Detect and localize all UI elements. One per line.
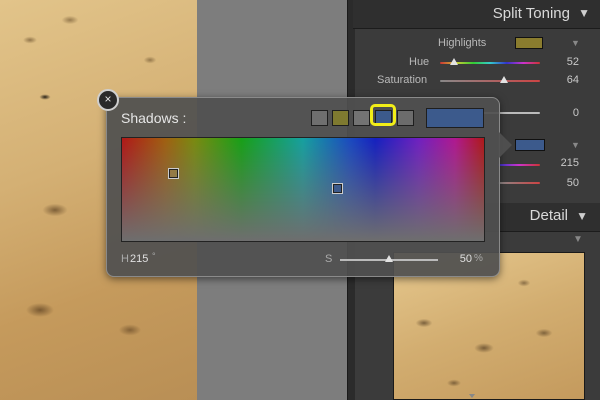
current-color-swatch: [426, 108, 484, 128]
hue-saturation-field[interactable]: [121, 137, 485, 242]
highlights-reference-marker: [169, 169, 178, 178]
split-toning-header[interactable]: Split Toning ▼: [353, 0, 600, 29]
shadows-color-swatch[interactable]: [515, 139, 545, 151]
saturation-field-label: S: [325, 253, 333, 265]
saturation-label: Saturation: [377, 74, 428, 86]
shadows-saturation-slider-track[interactable]: [498, 182, 540, 184]
shadows-color-marker[interactable]: [333, 184, 342, 193]
saturation-slider-track[interactable]: [440, 80, 540, 82]
balance-value[interactable]: 0: [549, 107, 579, 119]
saturation-value[interactable]: 64: [549, 74, 579, 86]
saturation-percent-unit: %: [474, 253, 483, 264]
preset-swatch-1[interactable]: [311, 110, 328, 126]
preset-swatch-5[interactable]: [397, 110, 414, 126]
highlights-triangle-icon[interactable]: ▼: [571, 38, 580, 48]
saturation-field-value[interactable]: 50: [446, 253, 472, 265]
preset-swatch-3[interactable]: [353, 110, 370, 126]
hue-slider-thumb[interactable]: [450, 58, 458, 65]
popup-title: Shadows :: [121, 110, 187, 126]
hue-degree-unit: °: [152, 251, 156, 261]
collapse-triangle-icon[interactable]: ▼: [578, 6, 590, 20]
split-toning-title: Split Toning: [492, 5, 570, 22]
preset-swatch-2[interactable]: [332, 110, 349, 126]
saturation-slider-thumb[interactable]: [500, 76, 508, 83]
hue-field-value[interactable]: 215: [130, 253, 148, 265]
hue-field-label: H: [121, 253, 129, 265]
highlights-color-swatch[interactable]: [515, 37, 543, 49]
popup-saturation-slider-thumb[interactable]: [385, 255, 393, 262]
shadows-saturation-value[interactable]: 50: [549, 177, 579, 189]
hue-label: Hue: [409, 56, 430, 68]
shadows-hue-value[interactable]: 215: [549, 157, 579, 169]
panel-scroll-down-icon[interactable]: [469, 394, 475, 398]
preview-triangle-icon[interactable]: ▼: [573, 234, 583, 245]
detail-title: Detail: [529, 207, 568, 224]
highlights-label: Highlights: [438, 37, 487, 49]
shadows-triangle-icon[interactable]: ▼: [571, 140, 580, 150]
popup-pointer: [498, 131, 512, 159]
hue-value[interactable]: 52: [549, 56, 579, 68]
close-icon[interactable]: ×: [97, 89, 119, 111]
shadows-hue-slider-track[interactable]: [498, 164, 540, 166]
collapse-triangle-icon[interactable]: ▼: [576, 209, 588, 223]
preset-selection-highlight: [370, 104, 396, 126]
